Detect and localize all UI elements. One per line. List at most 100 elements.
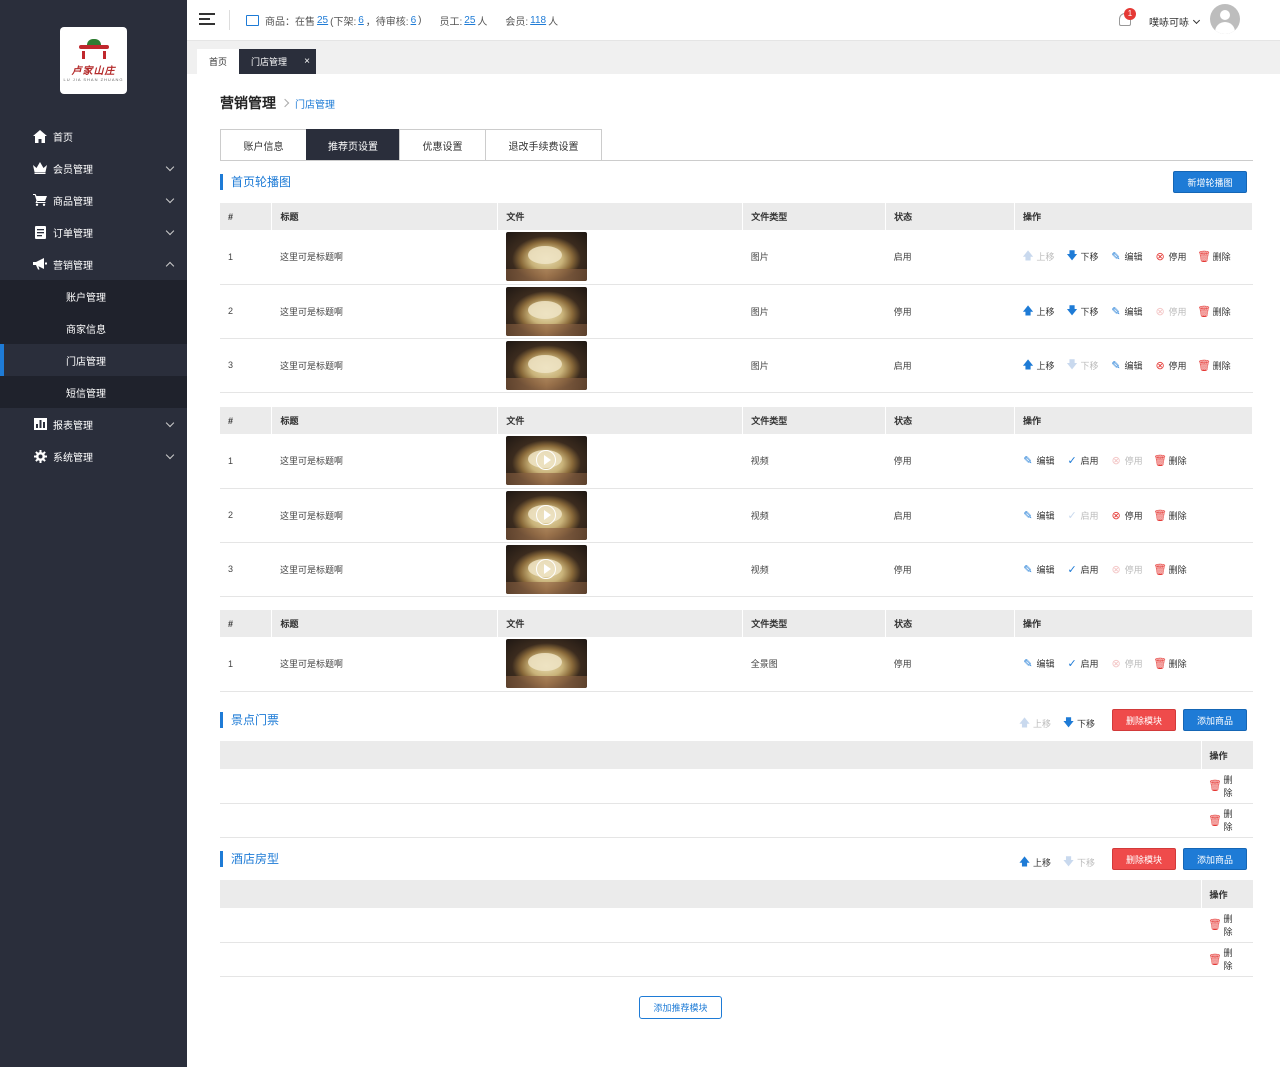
column-header: 操作 [1014, 610, 1253, 637]
sidebar-item-goods[interactable]: 商品管理 [0, 184, 187, 216]
row-file-type: 图片 [742, 338, 886, 393]
delete-button[interactable]: 🗑 删除 [1197, 359, 1231, 372]
row-actions: 🡅 上移 🡇 下移 ✎ 编辑 ⊗ 停用 🗑 删除 [1022, 356, 1253, 375]
disable-button[interactable]: ⊗ 停用 [1155, 359, 1186, 372]
edit-icon: ✎ [1023, 658, 1033, 671]
stop-circle-icon: ⊗ [1155, 251, 1165, 264]
edit-button[interactable]: ✎ 编辑 [1111, 305, 1142, 318]
delete-button[interactable]: 🗑 删除 [1153, 657, 1187, 671]
delete-button[interactable]: 🗑 删除 [1197, 305, 1231, 318]
tab-discount-settings[interactable]: 优惠设置 [399, 129, 486, 161]
tab-recommend-settings[interactable]: 推荐页设置 [306, 129, 400, 161]
sidebar-subitem-merchant[interactable]: 商家信息 [0, 312, 187, 344]
disable-button[interactable]: ⊗ 停用 [1111, 509, 1142, 522]
sidebar-item-members[interactable]: 会员管理 [0, 152, 187, 184]
delete-button[interactable]: 🗑 删除 [1208, 773, 1242, 799]
delete-button[interactable]: 🗑 删除 [1208, 946, 1242, 972]
move-down-button[interactable]: 🡇 下移 [1066, 247, 1098, 266]
sidebar-subitem-sms[interactable]: 短信管理 [0, 376, 187, 408]
edit-button[interactable]: ✎ 编辑 [1023, 509, 1054, 522]
image-banner-table: # 标题 文件 文件类型 状态 操作 1 这里可是标题啊 图片 启用 🡅 上移 🡇 下移 ✎ 编辑 ⊗… [220, 203, 1253, 393]
menu-toggle-icon[interactable] [199, 13, 215, 27]
row-file-type: 图片 [742, 284, 886, 339]
edit-button[interactable]: ✎ 编辑 [1023, 657, 1054, 671]
module-move-down-button[interactable]: 🡇 下移 [1063, 714, 1095, 733]
tab-account-info[interactable]: 账户信息 [220, 129, 307, 161]
move-down-button[interactable]: 🡇 下移 [1066, 302, 1098, 321]
enable-button[interactable]: ✓ 启用 [1067, 563, 1099, 576]
arrow-down-icon: 🡇 [1066, 358, 1078, 371]
row-number: 1 [220, 637, 272, 692]
row-actions: 🡅 上移 🡇 下移 ✎ 编辑 ⊗ 停用 🗑 删除 [1022, 302, 1253, 321]
section-title-module: 景点门票 [220, 712, 279, 728]
sidebar-item-marketing[interactable]: 营销管理 [0, 248, 187, 280]
row-number: 2 [220, 284, 272, 339]
edit-button[interactable]: ✎ 编辑 [1111, 250, 1142, 263]
move-up-button[interactable]: 🡅 上移 [1022, 356, 1054, 375]
breadcrumb-current[interactable]: 门店管理 [295, 96, 335, 111]
disable-button[interactable]: ⊗ 停用 [1155, 250, 1186, 264]
op-label: 下移 [1077, 719, 1096, 729]
off-shelf-count[interactable]: 6 [358, 15, 364, 26]
add-goods-button[interactable]: 添加商品 [1183, 709, 1247, 731]
row-title: 这里可是标题啊 [271, 434, 498, 489]
sidebar-subitem-stores[interactable]: 门店管理 [0, 344, 187, 376]
play-icon[interactable] [535, 558, 556, 579]
play-icon[interactable] [535, 450, 556, 471]
delete-button[interactable]: 🗑 删除 [1153, 509, 1187, 522]
delete-button[interactable]: 🗑 删除 [1208, 807, 1242, 833]
user-menu[interactable]: 噗哧可哧 [1149, 14, 1201, 29]
media-thumbnail[interactable] [505, 490, 587, 540]
on-sale-count[interactable]: 25 [317, 15, 328, 26]
edit-button[interactable]: ✎ 编辑 [1111, 359, 1142, 372]
row-status: 停用 [885, 542, 1015, 597]
table-row: 3 这里可是标题啊 图片 启用 🡅 上移 🡇 下移 ✎ 编辑 ⊗ 停用 🗑 删除 [220, 338, 1253, 393]
media-thumbnail[interactable] [505, 340, 587, 390]
sidebar-item-reports[interactable]: 报表管理 [0, 408, 187, 440]
media-thumbnail[interactable] [505, 232, 587, 282]
delete-button[interactable]: 🗑 删除 [1208, 912, 1242, 938]
tab-refund-fee-settings[interactable]: 退改手续费设置 [485, 129, 602, 161]
enable-button[interactable]: ✓ 启用 [1067, 657, 1098, 670]
pending-count[interactable]: 6 [411, 15, 417, 26]
media-thumbnail[interactable] [505, 544, 587, 594]
sidebar-item-label: 商品管理 [53, 196, 93, 208]
tab-home[interactable]: 首页 [197, 49, 240, 74]
delete-module-button[interactable]: 删除模块 [1112, 848, 1176, 870]
delete-button[interactable]: 🗑 删除 [1153, 454, 1187, 467]
edit-button[interactable]: ✎ 编辑 [1023, 563, 1054, 576]
enable-button[interactable]: ✓ 启用 [1067, 454, 1098, 467]
table-header: 操作 [220, 880, 1253, 908]
trash-icon: 🗑 [1153, 658, 1168, 671]
media-thumbnail[interactable] [505, 436, 587, 486]
sidebar-item-orders[interactable]: 订单管理 [0, 216, 187, 248]
op-label: 启用 [1080, 564, 1099, 575]
delete-button[interactable]: 🗑 删除 [1197, 250, 1231, 263]
column-header: # [220, 203, 273, 230]
move-up-button[interactable]: 🡅 上移 [1022, 302, 1054, 321]
media-thumbnail[interactable] [505, 286, 587, 336]
media-thumbnail[interactable] [505, 639, 587, 689]
add-recommend-module-button[interactable]: 添加推荐模块 [639, 996, 722, 1019]
play-icon[interactable] [535, 504, 556, 525]
member-count[interactable]: 118 [530, 15, 546, 26]
staff-count[interactable]: 25 [464, 15, 475, 26]
add-goods-button[interactable]: 添加商品 [1183, 848, 1247, 870]
edit-button[interactable]: ✎ 编辑 [1023, 454, 1054, 467]
sidebar-item-system[interactable]: 系统管理 [0, 440, 187, 472]
sidebar-item-home[interactable]: 首页 [0, 120, 187, 152]
tab-store-management[interactable]: 门店管理 × [239, 49, 316, 74]
close-icon[interactable]: × [304, 56, 310, 67]
delete-module-button[interactable]: 删除模块 [1112, 709, 1176, 731]
chevron-up-icon [165, 261, 175, 271]
delete-button[interactable]: 🗑 删除 [1153, 563, 1187, 576]
avatar[interactable] [1210, 4, 1240, 34]
sidebar-subitem-accounts[interactable]: 账户管理 [0, 280, 187, 312]
notification-badge: 1 [1124, 8, 1136, 20]
pavilion-icon [78, 39, 109, 53]
column-header: 操作 [1200, 880, 1253, 908]
staff-label: 员工: [439, 17, 463, 28]
row-actions: ✎ 编辑 ✓ 启用 ⊗ 停用 🗑 删除 [1023, 509, 1253, 522]
module-move-up-button[interactable]: 🡅 上移 [1019, 853, 1051, 872]
add-banner-button[interactable]: 新增轮播图 [1173, 171, 1247, 193]
